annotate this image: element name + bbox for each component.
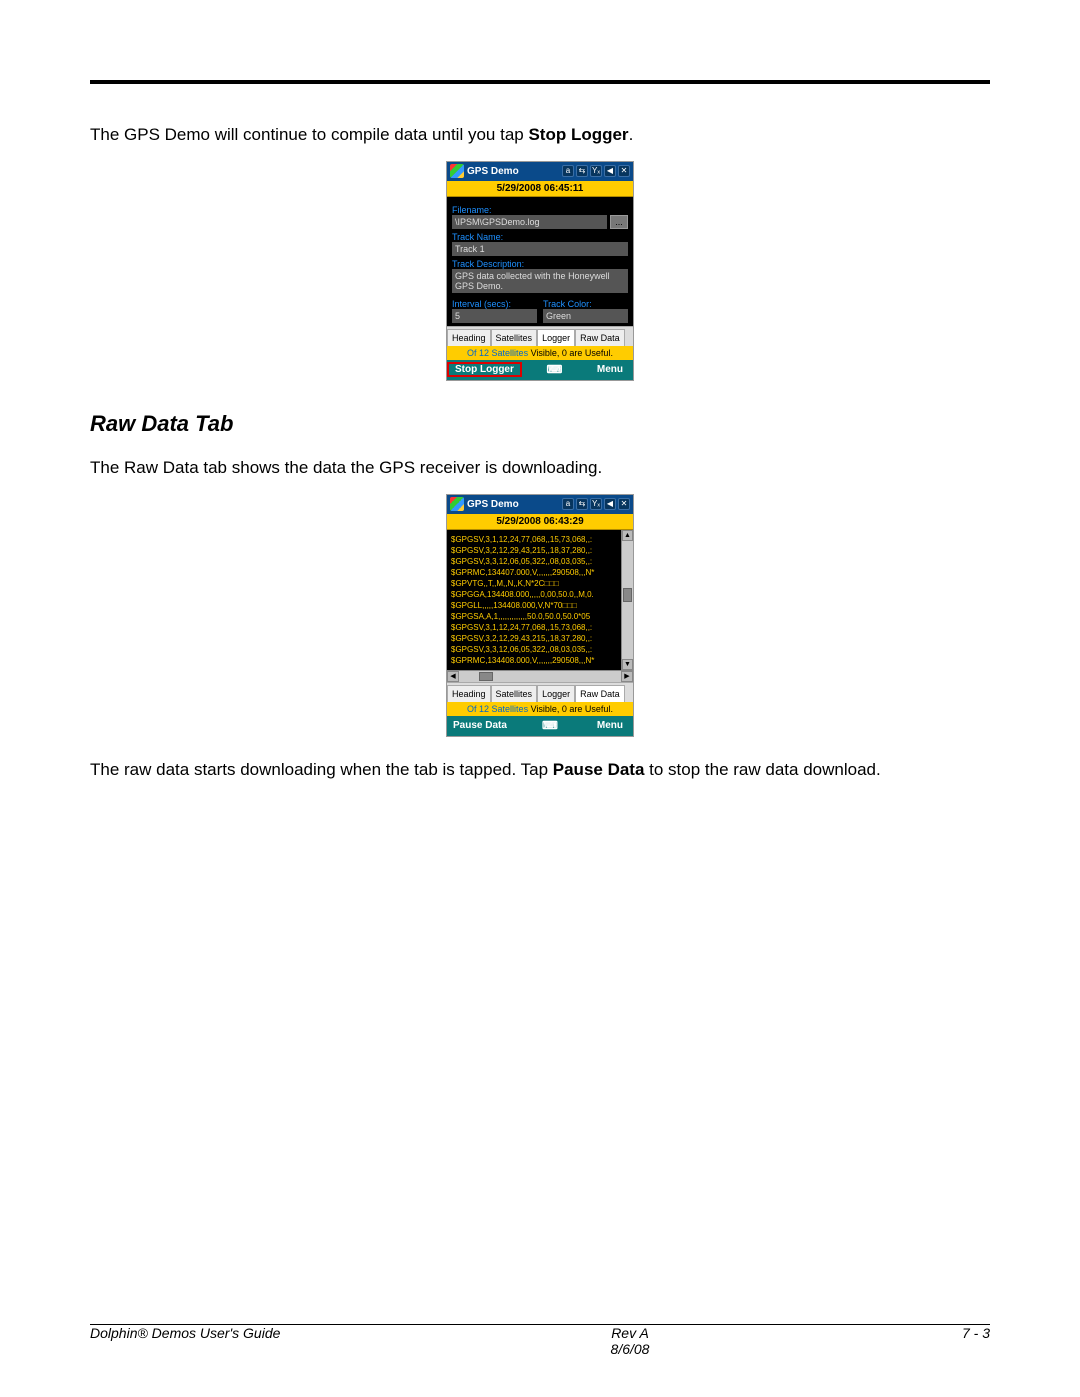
trackdesc-label: Track Description: (452, 259, 628, 269)
close-icon: ✕ (618, 165, 630, 177)
tab-rawdata[interactable]: Raw Data (575, 329, 625, 346)
signal-icon-2: Yₓ (590, 498, 602, 510)
scroll-down-arrow[interactable]: ▼ (622, 659, 633, 670)
menu-button[interactable]: Menu (587, 364, 633, 375)
interval-field[interactable]: 5 (452, 309, 537, 323)
status-icons-2: a ⇆ Yₓ ◀ ✕ (562, 498, 630, 510)
para1-bold: Stop Logger (528, 125, 628, 144)
color-field[interactable]: Green (543, 309, 628, 323)
footer: Dolphin® Demos User's Guide Rev A 8/6/08… (90, 1325, 990, 1357)
footer-date: 8/6/08 (350, 1341, 910, 1357)
scroll-right-arrow[interactable]: ▶ (621, 671, 633, 682)
vscroll-thumb[interactable] (623, 588, 632, 602)
raw-line: $GPGSA,A,1,,,,,,,,,,,,,50.0,50.0,50.0*05 (451, 611, 633, 622)
form: Filename: \IPSM\GPSDemo.log ... Track Na… (447, 197, 633, 326)
filename-field[interactable]: \IPSM\GPSDemo.log (452, 215, 607, 229)
raw-line: $GPGSV,3,2,12,29,43,215,,18,37,280,,: (451, 633, 633, 644)
tabbar: Heading Satellites Logger Raw Data (447, 326, 633, 346)
raw-line: $GPGLL,,,,,134408.000,V,N*70□□□ (451, 600, 633, 611)
titlebar-2: GPS Demo a ⇆ Yₓ ◀ ✕ (447, 495, 633, 514)
signal-icon: Yₓ (590, 165, 602, 177)
status-a: Of 12 Satellites (467, 348, 528, 358)
para3: The raw data starts downloading when the… (90, 759, 990, 782)
raw-data-area[interactable]: $GPGSV,3,1,12,24,77,068,,15,73,068,,: $G… (447, 530, 633, 670)
status-a-2: Of 12 Satellites (467, 704, 528, 714)
trackdesc-field[interactable]: GPS data collected with the Honeywell GP… (452, 269, 628, 293)
titlebar: GPS Demo a ⇆ Yₓ ◀ ✕ (447, 162, 633, 181)
para3-pre: The raw data starts downloading when the… (90, 760, 553, 779)
scroll-up-arrow[interactable]: ▲ (622, 530, 633, 541)
tab-logger[interactable]: Logger (537, 329, 575, 346)
sip-icon[interactable]: ⌨ (522, 363, 587, 376)
scroll-left-arrow[interactable]: ◀ (447, 671, 459, 682)
raw-line: $GPRMC,134407.000,V,,,,,,,290508,,,N* (451, 567, 633, 578)
raw-line: $GPRMC,134408.000,V,,,,,,,290508,,,N* (451, 655, 633, 666)
menubar-2: Pause Data ⌨ Menu (447, 716, 633, 736)
tab-rawdata-2[interactable]: Raw Data (575, 685, 625, 702)
tab-satellites[interactable]: Satellites (491, 329, 538, 346)
icon-a-2: a (562, 498, 574, 510)
stop-logger-button[interactable]: Stop Logger (447, 362, 522, 377)
interval-label: Interval (secs): (452, 299, 537, 309)
browse-button[interactable]: ... (610, 215, 628, 229)
status-icons: a ⇆ Yₓ ◀ ✕ (562, 165, 630, 177)
screenshot-rawdata: GPS Demo a ⇆ Yₓ ◀ ✕ 5/29/2008 06:43:29 $… (446, 494, 634, 737)
raw-line: $GPGSV,3,2,12,29,43,215,,18,37,280,,: (451, 545, 633, 556)
icon-a: a (562, 165, 574, 177)
para1-pre: The GPS Demo will continue to compile da… (90, 125, 528, 144)
hscroll-thumb[interactable] (479, 672, 493, 681)
close-icon-2: ✕ (618, 498, 630, 510)
footer-page: 7 - 3 (910, 1325, 990, 1357)
raw-line: $GPGSV,3,3,12,06,05,322,,08,03,035,,: (451, 556, 633, 567)
tab-logger-2[interactable]: Logger (537, 685, 575, 702)
trackname-field[interactable]: Track 1 (452, 242, 628, 256)
start-icon (450, 164, 464, 178)
tabbar-2: Heading Satellites Logger Raw Data (447, 682, 633, 702)
para3-bold: Pause Data (553, 760, 645, 779)
status-b: Visible, 0 are Useful. (528, 348, 613, 358)
raw-line: $GPGSV,3,1,12,24,77,068,,15,73,068,,: (451, 622, 633, 633)
raw-line: $GPGSV,3,1,12,24,77,068,,15,73,068,,: (451, 534, 633, 545)
hscroll-track[interactable] (459, 671, 621, 682)
start-icon-2 (450, 497, 464, 511)
menu-button-2[interactable]: Menu (587, 720, 633, 731)
raw-line: $GPVTG,,T,,M,,N,,K,N*2C□□□ (451, 578, 633, 589)
horizontal-scrollbar[interactable]: ◀ ▶ (447, 670, 633, 682)
menubar: Stop Logger ⌨ Menu (447, 360, 633, 380)
vertical-scrollbar[interactable]: ▲ ▼ (621, 530, 633, 670)
volume-icon-2: ◀ (604, 498, 616, 510)
footer-title: Dolphin® Demos User's Guide (90, 1325, 350, 1357)
volume-icon: ◀ (604, 165, 616, 177)
tab-heading-2[interactable]: Heading (447, 685, 491, 702)
sync-icon: ⇆ (576, 165, 588, 177)
para3-post: to stop the raw data download. (644, 760, 880, 779)
pause-data-button[interactable]: Pause Data (447, 720, 513, 731)
footer-rev: Rev A (350, 1325, 910, 1341)
raw-line: $GPGSV,3,3,12,06,05,322,,08,03,035,,: (451, 644, 633, 655)
tab-satellites-2[interactable]: Satellites (491, 685, 538, 702)
trackname-label: Track Name: (452, 232, 628, 242)
raw-line: $GPGGA,134408.000,,,,,0,00,50.0,,M,0. (451, 589, 633, 600)
top-rule (90, 80, 990, 84)
sip-icon-2[interactable]: ⌨ (513, 719, 587, 732)
status-line: Of 12 Satellites Visible, 0 are Useful. (447, 346, 633, 360)
section-heading: Raw Data Tab (90, 411, 990, 437)
para2: The Raw Data tab shows the data the GPS … (90, 457, 990, 480)
screenshot-logger: GPS Demo a ⇆ Yₓ ◀ ✕ 5/29/2008 06:45:11 F… (446, 161, 634, 381)
intro-paragraph: The GPS Demo will continue to compile da… (90, 124, 990, 147)
sync-icon-2: ⇆ (576, 498, 588, 510)
datetime-bar: 5/29/2008 06:45:11 (447, 181, 633, 197)
app-title-2: GPS Demo (467, 499, 559, 510)
app-title: GPS Demo (467, 166, 559, 177)
para1-post: . (629, 125, 634, 144)
filename-label: Filename: (452, 205, 628, 215)
status-line-2: Of 12 Satellites Visible, 0 are Useful. (447, 702, 633, 716)
tab-heading[interactable]: Heading (447, 329, 491, 346)
status-b-2: Visible, 0 are Useful. (528, 704, 613, 714)
datetime-bar-2: 5/29/2008 06:43:29 (447, 514, 633, 530)
color-label: Track Color: (543, 299, 628, 309)
